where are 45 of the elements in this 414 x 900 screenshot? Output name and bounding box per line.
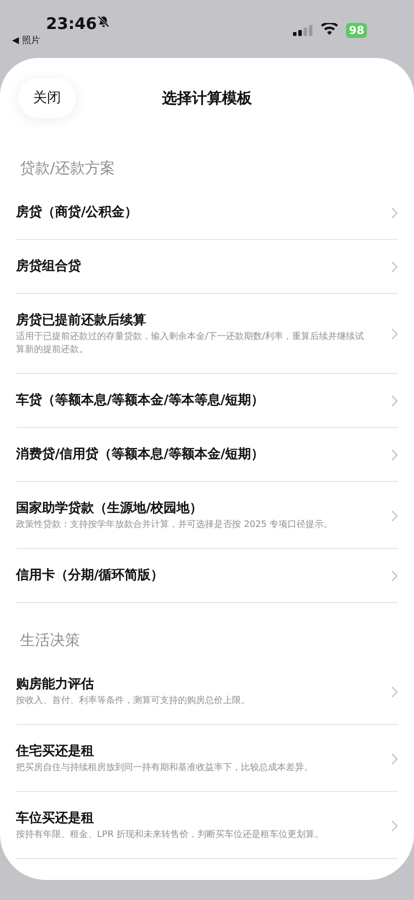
item-title: 房贷组合贷 bbox=[16, 258, 82, 276]
close-button[interactable]: 关闭 bbox=[18, 78, 76, 118]
template-item[interactable]: 消费贷/信用贷（等额本息/等额本金/短期） bbox=[16, 428, 398, 482]
chevron-right-icon bbox=[391, 328, 398, 340]
wifi-icon bbox=[321, 23, 338, 35]
item-title: 国家助学贷款（生源地/校园地） bbox=[16, 500, 204, 518]
bell-slash-icon bbox=[97, 15, 110, 28]
template-item[interactable]: 房贷（商贷/公积金） bbox=[16, 186, 398, 240]
item-description: 适用于已提前还款过的存量贷款，输入剩余本金/下一还款期数/利率，重算后续并继续试算新的提前还款。 bbox=[16, 331, 366, 357]
item-title: 车位买还是租 bbox=[16, 810, 95, 828]
template-item[interactable]: 房贷组合贷 bbox=[16, 240, 398, 294]
back-link[interactable]: ◀ 照片 bbox=[12, 35, 40, 48]
item-description: 政策性贷款：支持按学年放款合并计算，并可选择是否按 2025 专项口径提示。 bbox=[16, 519, 334, 532]
template-item[interactable]: 信用卡（分期/循环简版） bbox=[16, 549, 398, 603]
item-title: 购房能力评估 bbox=[16, 676, 95, 694]
item-title: 消费贷/信用贷（等额本息/等额本金/短期） bbox=[16, 446, 266, 464]
template-item[interactable]: 国家助学贷款（生源地/校园地） 政策性贷款：支持按学年放款合并计算，并可选择是否按 2025 专项口径提示。 bbox=[16, 482, 398, 549]
template-item[interactable]: 车位买还是租 按持有年限、租金、LPR 折现和未来转售价，判断买车位还是租车位更划算。 bbox=[16, 792, 398, 859]
chevron-right-icon bbox=[391, 820, 398, 832]
template-item[interactable]: 车贷（等额本息/等额本金/等本等息/短期） bbox=[16, 374, 398, 428]
chevron-right-icon bbox=[391, 510, 398, 522]
battery-indicator: 98 bbox=[346, 23, 368, 38]
template-item[interactable]: 房贷已提前还款后续算 适用于已提前还款过的存量贷款，输入剩余本金/下一还款期数/利率，重算后续并继续试算新的提前还款。 bbox=[16, 294, 398, 374]
item-title: 信用卡（分期/循环简版） bbox=[16, 567, 165, 585]
sheet-title: 选择计算模板 bbox=[162, 88, 252, 107]
template-item[interactable]: 住宅买还是租 把买房自住与持续租房放到同一持有期和基准收益率下，比较总成本差异。 bbox=[16, 725, 398, 792]
chevron-right-icon bbox=[391, 395, 398, 407]
item-description: 按收入、首付、利率等条件，测算可支持的购房总价上限。 bbox=[16, 695, 251, 708]
item-title: 车贷（等额本息/等额本金/等本等息/短期） bbox=[16, 392, 266, 410]
chevron-right-icon bbox=[391, 261, 398, 273]
chevron-right-icon bbox=[391, 686, 398, 698]
template-item[interactable]: 购房能力评估 按收入、首付、利率等条件，测算可支持的购房总价上限。 bbox=[16, 658, 398, 725]
chevron-right-icon bbox=[391, 207, 398, 219]
signal-icon bbox=[293, 25, 313, 36]
status-time: 23:46 bbox=[46, 13, 97, 35]
item-description: 按持有年限、租金、LPR 折现和未来转售价，判断买车位还是租车位更划算。 bbox=[16, 829, 325, 842]
item-title: 房贷（商贷/公积金） bbox=[16, 204, 139, 222]
chevron-right-icon bbox=[391, 752, 398, 764]
section-header: 生活决策 bbox=[20, 631, 80, 649]
item-title: 住宅买还是租 bbox=[16, 742, 95, 761]
chevron-right-icon bbox=[391, 570, 398, 582]
section-header: 贷款/还款方案 bbox=[20, 159, 116, 177]
item-description: 把买房自住与持续租房放到同一持有期和基准收益率下，比较总成本差异。 bbox=[16, 762, 314, 775]
chevron-right-icon bbox=[391, 449, 398, 461]
item-title: 房贷已提前还款后续算 bbox=[16, 312, 147, 330]
